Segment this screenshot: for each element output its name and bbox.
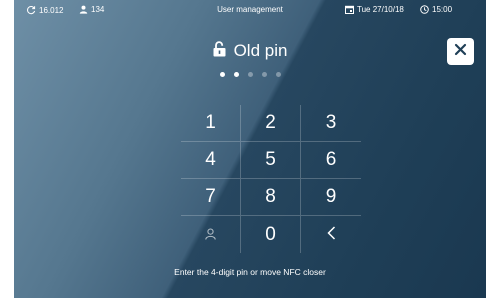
key-8[interactable]: 8 [241, 179, 301, 216]
pin-header: Old pin [14, 36, 486, 66]
status-title: User management [217, 5, 283, 14]
key-1[interactable]: 1 [181, 105, 241, 142]
pin-dot-filled [219, 72, 225, 77]
key-4[interactable]: 4 [181, 142, 241, 179]
nfc-user-button[interactable] [181, 216, 241, 253]
date-value: Tue 27/10/18 [357, 5, 404, 14]
date-status: Tue 27/10/18 [345, 5, 404, 14]
close-icon [454, 43, 467, 61]
screen: 16.012 134 User management Tue 27/10/18 … [0, 0, 498, 304]
status-title-wrap: User management [14, 5, 486, 14]
key-6[interactable]: 6 [301, 142, 361, 179]
time-value: 15:00 [432, 5, 453, 14]
clock-icon [420, 5, 429, 14]
key-5[interactable]: 5 [241, 142, 301, 179]
pin-indicator [14, 72, 486, 82]
keypad: 1 2 3 4 5 6 7 8 9 0 [181, 105, 361, 255]
user-management-panel: 16.012 134 User management Tue 27/10/18 … [14, 0, 486, 298]
unlock-icon [213, 40, 226, 62]
user-outline-icon [205, 224, 216, 246]
pin-dot-filled [233, 72, 239, 77]
pin-dot-empty [275, 72, 281, 77]
pin-dot-empty [247, 72, 253, 77]
page-title: Old pin [233, 41, 288, 60]
time-status: 15:00 [420, 5, 452, 14]
key-3[interactable]: 3 [301, 105, 361, 142]
calendar-icon [345, 5, 354, 14]
pin-dot-empty [261, 72, 267, 77]
key-2[interactable]: 2 [241, 105, 301, 142]
close-button[interactable] [447, 38, 474, 65]
backspace-button[interactable] [301, 216, 361, 253]
chevron-left-icon [326, 224, 336, 246]
key-7[interactable]: 7 [181, 179, 241, 216]
status-bar: 16.012 134 User management Tue 27/10/18 … [14, 0, 486, 20]
key-0[interactable]: 0 [241, 216, 301, 253]
key-9[interactable]: 9 [301, 179, 361, 216]
instruction-text: Enter the 4-digit pin or move NFC closer [174, 267, 326, 277]
